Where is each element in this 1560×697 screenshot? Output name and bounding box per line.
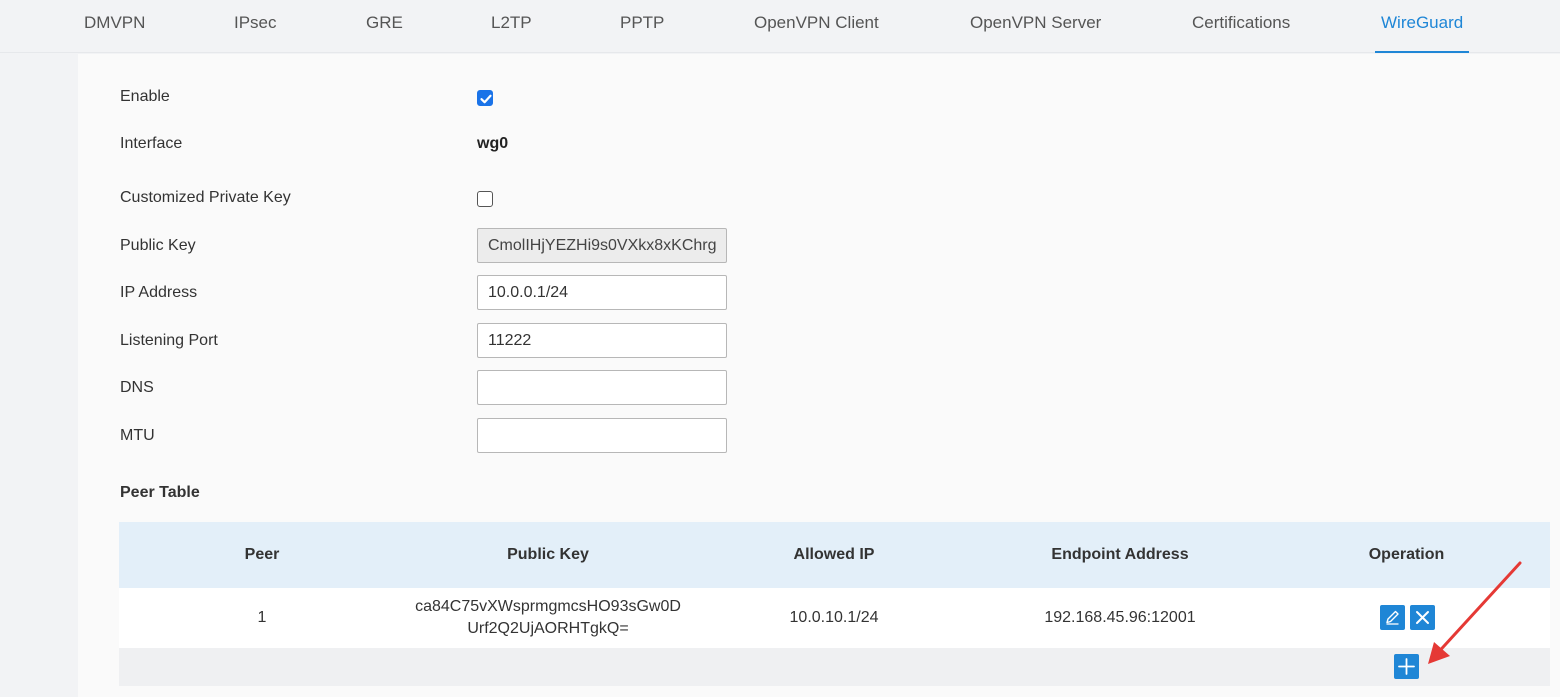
column-allowed-ip: Allowed IP — [793, 546, 875, 563]
allowed-ip-cell: 10.0.10.1/24 — [691, 588, 977, 648]
dns-label: DNS — [120, 379, 154, 396]
ip-address-label: IP Address — [120, 284, 198, 301]
ip-address-field[interactable] — [477, 275, 727, 310]
table-row: 1 ca84C75vXWsprmgmcsHO93sGw0D Urf2Q2UjAO… — [119, 588, 1550, 648]
enable-checkbox[interactable] — [477, 90, 493, 106]
tab-openvpn-client[interactable]: OpenVPN Client — [754, 0, 879, 53]
peer-table-footer — [119, 648, 1550, 686]
mtu-field[interactable] — [477, 418, 727, 453]
peer-endpoint: 192.168.45.96:12001 — [1044, 609, 1196, 626]
column-public-key: Public Key — [507, 546, 589, 563]
enable-label: Enable — [120, 88, 170, 105]
tab-openvpn-server[interactable]: OpenVPN Server — [970, 0, 1101, 53]
peer-table-title: Peer Table — [120, 484, 200, 501]
peer-table-header: Peer Public Key Allowed IP Endpoint Addr… — [119, 522, 1550, 588]
tab-pptp[interactable]: PPTP — [620, 0, 664, 53]
tab-l2tp[interactable]: L2TP — [491, 0, 532, 53]
customized-private-key-checkbox[interactable] — [477, 191, 493, 207]
listening-port-label: Listening Port — [120, 332, 218, 349]
public-key-field[interactable] — [477, 228, 727, 263]
dns-field[interactable] — [477, 370, 727, 405]
tab-ipsec[interactable]: IPsec — [234, 0, 277, 53]
peer-public-key-line2: Urf2Q2UjAORHTgkQ= — [467, 620, 629, 637]
peer-public-key-line1: ca84C75vXWsprmgmcsHO93sGw0D — [415, 598, 681, 615]
public-key-label: Public Key — [120, 237, 196, 254]
annotation-arrow-icon — [1428, 561, 1522, 664]
listening-port-field[interactable] — [477, 323, 727, 358]
customized-private-key-label: Customized Private Key — [120, 189, 291, 206]
peer-allowed-ip: 10.0.10.1/24 — [789, 609, 879, 626]
tab-certifications[interactable]: Certifications — [1192, 0, 1290, 53]
public-key-cell: ca84C75vXWsprmgmcsHO93sGw0D Urf2Q2UjAORH… — [405, 588, 691, 648]
interface-value: wg0 — [477, 135, 509, 152]
tab-wireguard[interactable]: WireGuard — [1374, 0, 1470, 53]
peer-cell: 1 — [119, 588, 405, 648]
peer-number: 1 — [257, 609, 267, 626]
edit-peer-button[interactable] — [1380, 605, 1405, 630]
tab-dmvpn[interactable]: DMVPN — [84, 0, 145, 53]
peer-table: Peer Public Key Allowed IP Endpoint Addr… — [119, 522, 1550, 686]
interface-label: Interface — [120, 135, 183, 152]
tab-gre[interactable]: GRE — [366, 0, 403, 53]
check-icon — [480, 94, 492, 104]
plus-icon — [1398, 658, 1415, 675]
pencil-icon — [1386, 610, 1399, 625]
endpoint-cell: 192.168.45.96:12001 — [977, 588, 1263, 648]
mtu-label: MTU — [120, 427, 155, 444]
vpn-tab-bar: DMVPN IPsec GRE L2TP PPTP OpenVPN Client… — [0, 0, 1560, 53]
add-peer-button[interactable] — [1394, 654, 1419, 679]
column-peer: Peer — [244, 546, 280, 563]
column-endpoint-address: Endpoint Address — [1051, 546, 1189, 563]
